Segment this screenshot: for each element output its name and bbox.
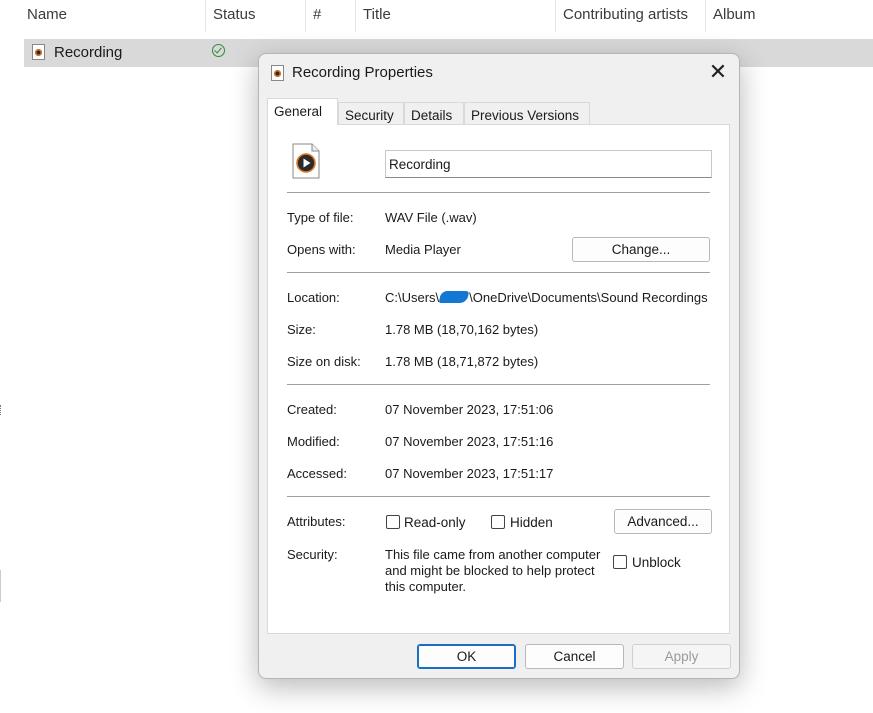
modified-value: 07 November 2023, 17:51:16 (385, 434, 554, 449)
divider (287, 192, 710, 193)
opens-with-label: Opens with: (287, 242, 356, 257)
pane-edge-marker (0, 570, 3, 602)
file-name-field[interactable] (385, 150, 712, 178)
read-only-label[interactable]: Read-only (404, 515, 466, 530)
size-on-disk-label: Size on disk: (287, 354, 361, 369)
tab-general[interactable]: General (267, 98, 338, 125)
opens-with-value: Media Player (385, 242, 461, 257)
dialog-title: Recording Properties (292, 64, 433, 81)
advanced-button[interactable]: Advanced... (614, 509, 712, 534)
ok-button[interactable]: OK (417, 644, 516, 669)
accessed-label: Accessed: (287, 466, 347, 481)
created-value: 07 November 2023, 17:51:06 (385, 402, 554, 417)
unblock-label[interactable]: Unblock (632, 555, 681, 570)
read-only-checkbox[interactable] (386, 515, 400, 529)
media-file-icon (292, 143, 320, 179)
size-label: Size: (287, 322, 316, 337)
column-header-album[interactable]: Album (713, 6, 756, 23)
location-prefix: C:\Users\ (385, 290, 440, 305)
pane-edge-marker (0, 405, 3, 415)
column-divider[interactable] (305, 0, 306, 32)
size-value: 1.78 MB (18,70,162 bytes) (385, 322, 539, 337)
column-divider[interactable] (355, 0, 356, 32)
type-of-file-value: WAV File (.wav) (385, 210, 477, 225)
column-header-bar: Name Status # Title Contributing artists… (0, 0, 873, 32)
column-header-contributing-artists[interactable]: Contributing artists (563, 6, 688, 23)
type-of-file-label: Type of file: (287, 210, 354, 225)
tab-security[interactable]: Security (338, 102, 404, 124)
cancel-button[interactable]: Cancel (525, 644, 624, 669)
security-label: Security: (287, 547, 338, 562)
redaction-mark (438, 291, 470, 303)
security-warning-text: This file came from another computer and… (385, 547, 601, 594)
created-label: Created: (287, 402, 337, 417)
divider (287, 384, 710, 385)
column-header-number[interactable]: # (313, 6, 321, 23)
location-value[interactable]: C:\Users\ \OneDrive\Documents\Sound Recor… (385, 290, 714, 305)
column-header-name[interactable]: Name (27, 6, 67, 23)
change-button[interactable]: Change... (572, 237, 710, 262)
hidden-label[interactable]: Hidden (510, 515, 553, 530)
location-suffix: \OneDrive\Documents\Sound Recordings (469, 290, 708, 305)
column-header-title[interactable]: Title (363, 6, 391, 23)
column-divider[interactable] (205, 0, 206, 32)
accessed-value: 07 November 2023, 17:51:17 (385, 466, 554, 481)
tab-previous-versions[interactable]: Previous Versions (464, 102, 590, 124)
properties-dialog: Recording Properties ✕ General Security … (258, 53, 740, 679)
file-row-name: Recording (54, 44, 123, 61)
attributes-label: Attributes: (287, 514, 346, 529)
divider (287, 272, 710, 273)
sync-status-check-icon (212, 44, 225, 57)
divider (287, 496, 710, 497)
unblock-checkbox[interactable] (613, 555, 627, 569)
media-file-icon (32, 44, 45, 60)
media-file-icon (271, 65, 284, 81)
apply-button[interactable]: Apply (632, 644, 731, 669)
location-label: Location: (287, 290, 340, 305)
column-divider[interactable] (555, 0, 556, 32)
modified-label: Modified: (287, 434, 340, 449)
close-icon[interactable]: ✕ (707, 61, 729, 84)
general-tab-panel: Type of file: WAV File (.wav) Opens with… (267, 124, 730, 634)
column-header-status[interactable]: Status (213, 6, 256, 23)
hidden-checkbox[interactable] (491, 515, 505, 529)
size-on-disk-value: 1.78 MB (18,71,872 bytes) (385, 354, 539, 369)
column-divider[interactable] (705, 0, 706, 32)
tab-details[interactable]: Details (404, 102, 464, 124)
sort-caret-icon (104, 0, 117, 5)
